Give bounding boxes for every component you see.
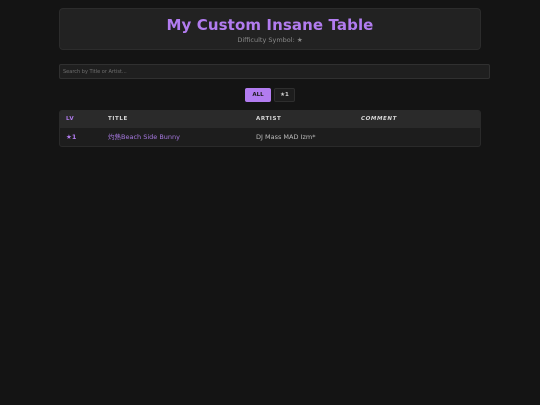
search-input[interactable]	[59, 64, 490, 79]
column-header-lv[interactable]: LV	[66, 111, 74, 128]
page-title: My Custom Insane Table	[166, 16, 374, 34]
filter-level-1-button[interactable]: ★1	[274, 88, 295, 102]
row-level: ★1	[66, 133, 77, 141]
column-header-artist[interactable]: ARTIST	[256, 111, 281, 128]
filter-all-button[interactable]: ALL	[245, 88, 271, 102]
table-header: LV TITLE ARTIST COMMENT	[60, 111, 480, 128]
table-row: ★1 灼熱Beach Side Bunny DJ Mass MAD Izm*	[60, 128, 480, 146]
column-header-title[interactable]: TITLE	[108, 111, 128, 128]
column-header-comment[interactable]: COMMENT	[361, 111, 397, 128]
song-table: LV TITLE ARTIST COMMENT ★1 灼熱Beach Side …	[59, 110, 481, 147]
difficulty-symbol-label: Difficulty Symbol: ★	[237, 36, 303, 44]
page-header: My Custom Insane Table Difficulty Symbol…	[59, 8, 481, 50]
row-artist: DJ Mass MAD Izm*	[256, 133, 316, 141]
row-title-link[interactable]: 灼熱Beach Side Bunny	[108, 128, 180, 146]
difficulty-filter-bar: ALL ★1	[0, 88, 540, 102]
